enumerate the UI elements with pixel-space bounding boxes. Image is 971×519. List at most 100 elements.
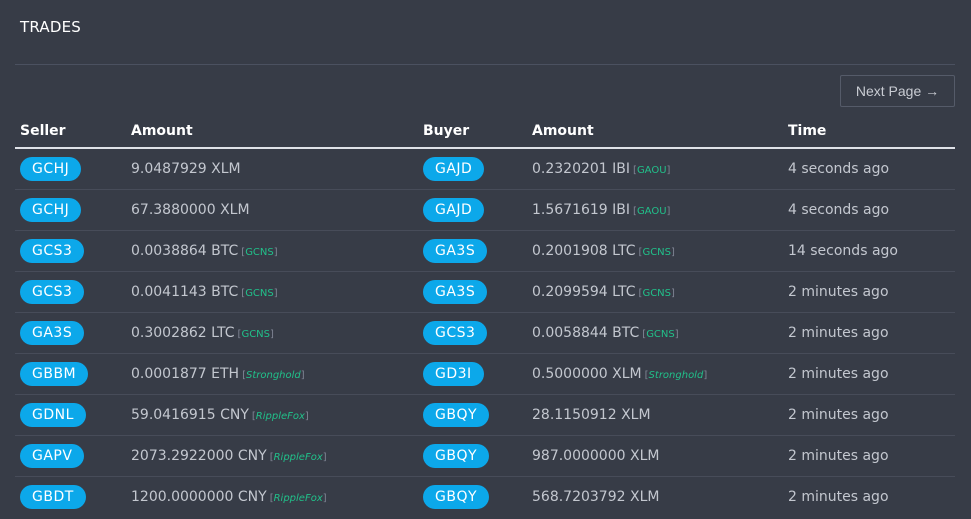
time-cell: 4 seconds ago: [783, 189, 955, 231]
seller-account-badge[interactable]: GCHJ: [20, 156, 82, 181]
column-header-buy-amount: Amount: [527, 115, 783, 149]
buyer-account-badge[interactable]: GA3S: [423, 238, 488, 263]
buyer-cell: GCS3: [418, 312, 527, 354]
issuer-tag: [GAOU]: [633, 205, 671, 217]
next-page-button[interactable]: Next Page →: [840, 75, 955, 107]
time-cell: 14 seconds ago: [783, 230, 955, 272]
trades-table-body: GCHJ 9.0487929 XLM GAJD 0.2320201 IBI [GA…: [15, 148, 955, 517]
sell-amount: 0.0001877 ETH: [131, 365, 240, 382]
buy-amount-cell: 0.2001908 LTC [GCNS]: [527, 230, 783, 272]
time-cell: 2 minutes ago: [788, 488, 889, 505]
seller-cell: GCS3: [15, 230, 126, 272]
issuer-name[interactable]: Stronghold: [246, 370, 301, 381]
time-cell: 2 minutes ago: [783, 353, 955, 395]
time-cell: 4 seconds ago: [783, 148, 955, 190]
seller-account-badge[interactable]: GBDT: [20, 484, 86, 509]
issuer-tag: [RippleFox]: [269, 451, 327, 463]
issuer-name[interactable]: GCNS: [642, 247, 671, 258]
issuer-name[interactable]: RippleFox: [256, 411, 305, 422]
buyer-account-badge[interactable]: GBQY: [423, 484, 490, 509]
sell-amount-cell: 0.3002862 LTC [GCNS]: [126, 312, 418, 354]
buy-amount: 568.7203792 XLM: [532, 488, 660, 505]
issuer-name[interactable]: GCNS: [245, 288, 274, 299]
table-header-row: Seller Amount Buyer Amount Time: [15, 115, 955, 149]
issuer-name[interactable]: GAOU: [637, 165, 667, 176]
buyer-account-badge[interactable]: GBQY: [423, 402, 490, 427]
issuer-name[interactable]: RippleFox: [274, 452, 323, 463]
time-cell: 2 minutes ago: [783, 435, 955, 477]
table-row: GCHJ 67.3880000 XLM GAJD 1.5671619 IBI [G…: [15, 189, 955, 231]
seller-cell: GCHJ: [15, 148, 126, 190]
seller-account-badge[interactable]: GCS3: [20, 238, 85, 263]
seller-cell: GCHJ: [15, 189, 126, 231]
table-row: GBBM 0.0001877 ETH [Stronghold] GD3I 0.50…: [15, 353, 955, 395]
sell-amount: 9.0487929 XLM: [131, 160, 241, 177]
buyer-cell: GAJD: [418, 148, 527, 190]
buy-amount-cell: 0.2320201 IBI [GAOU]: [527, 148, 783, 190]
issuer-name[interactable]: GAOU: [637, 206, 667, 217]
table-row: GAPV 2073.2922000 CNY [RippleFox] GBQY 98…: [15, 435, 955, 477]
buy-amount: 0.2320201 IBI: [532, 160, 631, 177]
trades-table: Seller Amount Buyer Amount Time GCHJ 9.0…: [15, 115, 955, 517]
buyer-account-badge[interactable]: GCS3: [423, 320, 488, 345]
issuer-name[interactable]: GCNS: [642, 288, 671, 299]
seller-cell: GDNL: [15, 394, 126, 436]
buyer-cell: GBQY: [418, 435, 527, 477]
buyer-cell: GAJD: [418, 189, 527, 231]
buy-amount-cell: 0.2099594 LTC [GCNS]: [527, 271, 783, 313]
time-cell: 2 minutes ago: [783, 394, 955, 436]
sell-amount: 2073.2922000 CNY: [131, 447, 267, 464]
seller-cell: GAPV: [15, 435, 126, 477]
issuer-tag: [Stronghold]: [644, 369, 708, 381]
seller-account-badge[interactable]: GAPV: [20, 443, 85, 468]
issuer-tag: [GCNS]: [642, 328, 679, 340]
sell-amount-cell: 0.0001877 ETH [Stronghold]: [126, 353, 418, 395]
buy-amount: 987.0000000 XLM: [532, 447, 660, 464]
sell-amount: 0.0038864 BTC: [131, 242, 239, 259]
buyer-account-badge[interactable]: GAJD: [423, 156, 485, 181]
buy-amount-cell: 0.0058844 BTC [GCNS]: [527, 312, 783, 354]
issuer-name[interactable]: GCNS: [646, 329, 675, 340]
trades-panel: TRADES Next Page → Seller Amount Buyer A…: [0, 0, 971, 519]
issuer-tag: [GCNS]: [638, 287, 675, 299]
sell-amount: 1200.0000000 CNY: [131, 488, 267, 505]
table-row: GDNL 59.0416915 CNY [RippleFox] GBQY 28.1…: [15, 394, 955, 436]
issuer-tag: [GCNS]: [638, 246, 675, 258]
buyer-cell: GA3S: [418, 230, 527, 272]
buyer-cell: GBQY: [418, 476, 527, 517]
buy-amount: 28.1150912 XLM: [532, 406, 651, 423]
time-cell: 2 minutes ago: [783, 312, 955, 354]
table-row: GCS3 0.0041143 BTC [GCNS] GA3S 0.2099594 …: [15, 271, 955, 313]
sell-amount-cell: 67.3880000 XLM: [126, 189, 418, 231]
buy-amount-cell: 28.1150912 XLM: [527, 394, 783, 436]
issuer-name[interactable]: GCNS: [245, 247, 274, 258]
column-header-sell-amount: Amount: [126, 115, 418, 149]
sell-amount: 0.0041143 BTC: [131, 283, 239, 300]
buy-amount-cell: 1.5671619 IBI [GAOU]: [527, 189, 783, 231]
seller-account-badge[interactable]: GDNL: [20, 402, 86, 427]
buy-amount: 0.5000000 XLM: [532, 365, 642, 382]
table-row: GCS3 0.0038864 BTC [GCNS] GA3S 0.2001908 …: [15, 230, 955, 272]
seller-cell: GA3S: [15, 312, 126, 354]
sell-amount-cell: 9.0487929 XLM: [126, 148, 418, 190]
buyer-account-badge[interactable]: GA3S: [423, 279, 488, 304]
issuer-name[interactable]: Stronghold: [649, 370, 704, 381]
issuer-tag: [GAOU]: [633, 164, 671, 176]
header-divider: [15, 64, 955, 65]
seller-account-badge[interactable]: GCHJ: [20, 197, 82, 222]
seller-account-badge[interactable]: GA3S: [20, 320, 85, 345]
sell-amount: 59.0416915 CNY: [131, 406, 249, 423]
issuer-name[interactable]: GCNS: [241, 329, 270, 340]
seller-account-badge[interactable]: GBBM: [20, 361, 89, 386]
sell-amount: 0.3002862 LTC: [131, 324, 235, 341]
buyer-account-badge[interactable]: GBQY: [423, 443, 490, 468]
buyer-account-badge[interactable]: GD3I: [423, 361, 484, 386]
buy-amount-cell: 987.0000000 XLM: [527, 435, 783, 477]
issuer-name[interactable]: RippleFox: [274, 493, 323, 504]
buyer-account-badge[interactable]: GAJD: [423, 197, 485, 222]
column-header-seller: Seller: [15, 115, 126, 149]
sell-amount-cell: 0.0041143 BTC [GCNS]: [126, 271, 418, 313]
table-row: GBDT 1200.0000000 CNY [RippleFox] GBQY 56…: [15, 476, 955, 517]
buyer-cell: GA3S: [418, 271, 527, 313]
seller-account-badge[interactable]: GCS3: [20, 279, 85, 304]
